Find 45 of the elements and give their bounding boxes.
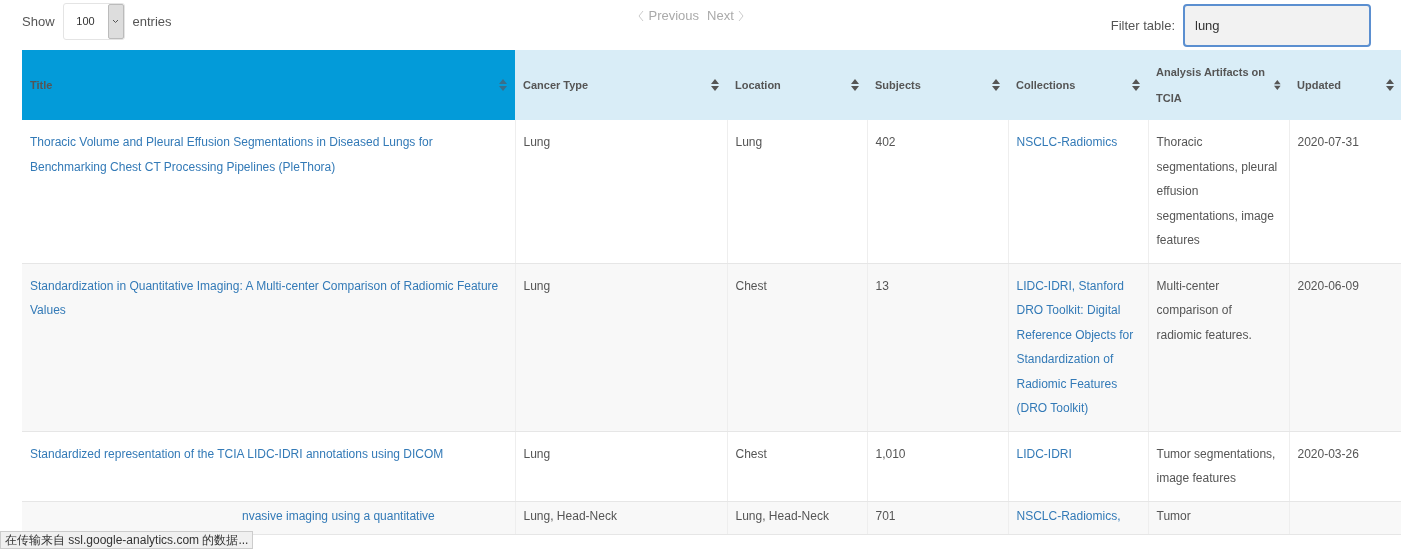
chevron-icon xyxy=(638,9,645,22)
sort-icon xyxy=(711,79,719,91)
table-cell: Tumor segmentations, image features xyxy=(1156,446,1276,485)
table-cell: 2020-03-26 xyxy=(1297,446,1359,461)
entries-label: entries xyxy=(132,12,172,31)
table-cell: 13 xyxy=(875,278,889,293)
table-cell: Lung xyxy=(523,135,551,149)
chevron-icon xyxy=(737,9,744,22)
table-cell: Multi-center comparison of radiomic features. xyxy=(1156,278,1252,342)
table-cell: Lung, Head-Neck xyxy=(523,508,617,523)
table-cell: Lung, Head-Neck xyxy=(735,508,829,523)
collection-link[interactable]: LIDC-IDRI xyxy=(1016,441,1072,466)
filter-field[interactable]: lung xyxy=(1183,4,1371,47)
sort-icon xyxy=(851,79,859,91)
collection-link[interactable]: NSCLC-Radiomics xyxy=(1016,130,1118,155)
sort-icon xyxy=(1132,79,1140,91)
sort-icon xyxy=(1386,79,1394,91)
table-cell: Lung xyxy=(523,278,551,293)
sort-icon xyxy=(499,79,507,91)
table-cell: Tumor xyxy=(1156,508,1191,523)
table-cell: Thoracic segmentations, pleural effusion segmentations, image features xyxy=(1156,135,1278,247)
table-cell: 2020-06-09 xyxy=(1297,278,1359,293)
entries-select[interactable]: 100 xyxy=(62,3,125,40)
column-header[interactable]: Cancer Type xyxy=(515,50,727,120)
table-cell: Lung xyxy=(523,446,551,461)
title-link[interactable]: Thoracic Volume and Pleural Effusion Segmentations in Diseased Lungs for Benchmarking Chest CT Processing Pipelines (PleThora) xyxy=(30,130,507,179)
sort-icon xyxy=(992,79,1000,91)
show-label: Show xyxy=(22,12,55,31)
filter-label: Filter table: xyxy=(1110,16,1175,35)
title-link[interactable]: Standardized representation of the TCIA LIDC-IDRI annotations using DICOM xyxy=(30,441,444,466)
table-cell: 2020-07-31 xyxy=(1297,135,1359,149)
column-header[interactable]: Collections xyxy=(1008,50,1148,120)
table-cell: Chest xyxy=(735,446,767,461)
table-cell: 701 xyxy=(875,508,896,523)
table-cell: Lung xyxy=(735,135,763,149)
column-header[interactable]: Subjects xyxy=(867,50,1008,120)
sort-icon xyxy=(1274,79,1281,91)
column-header[interactable]: Location xyxy=(727,50,867,120)
table-cell: 1,010 xyxy=(875,446,906,461)
table-cell: 402 xyxy=(875,135,896,149)
table-cell: Chest xyxy=(735,278,767,293)
status-bar: 在传输来自 ssl.google-analytics.com 的数据... xyxy=(0,531,254,549)
column-header[interactable]: Analysis Artifacts on TCIA xyxy=(1148,50,1289,120)
column-header[interactable]: Updated xyxy=(1289,50,1401,120)
caret-icon xyxy=(112,19,120,24)
